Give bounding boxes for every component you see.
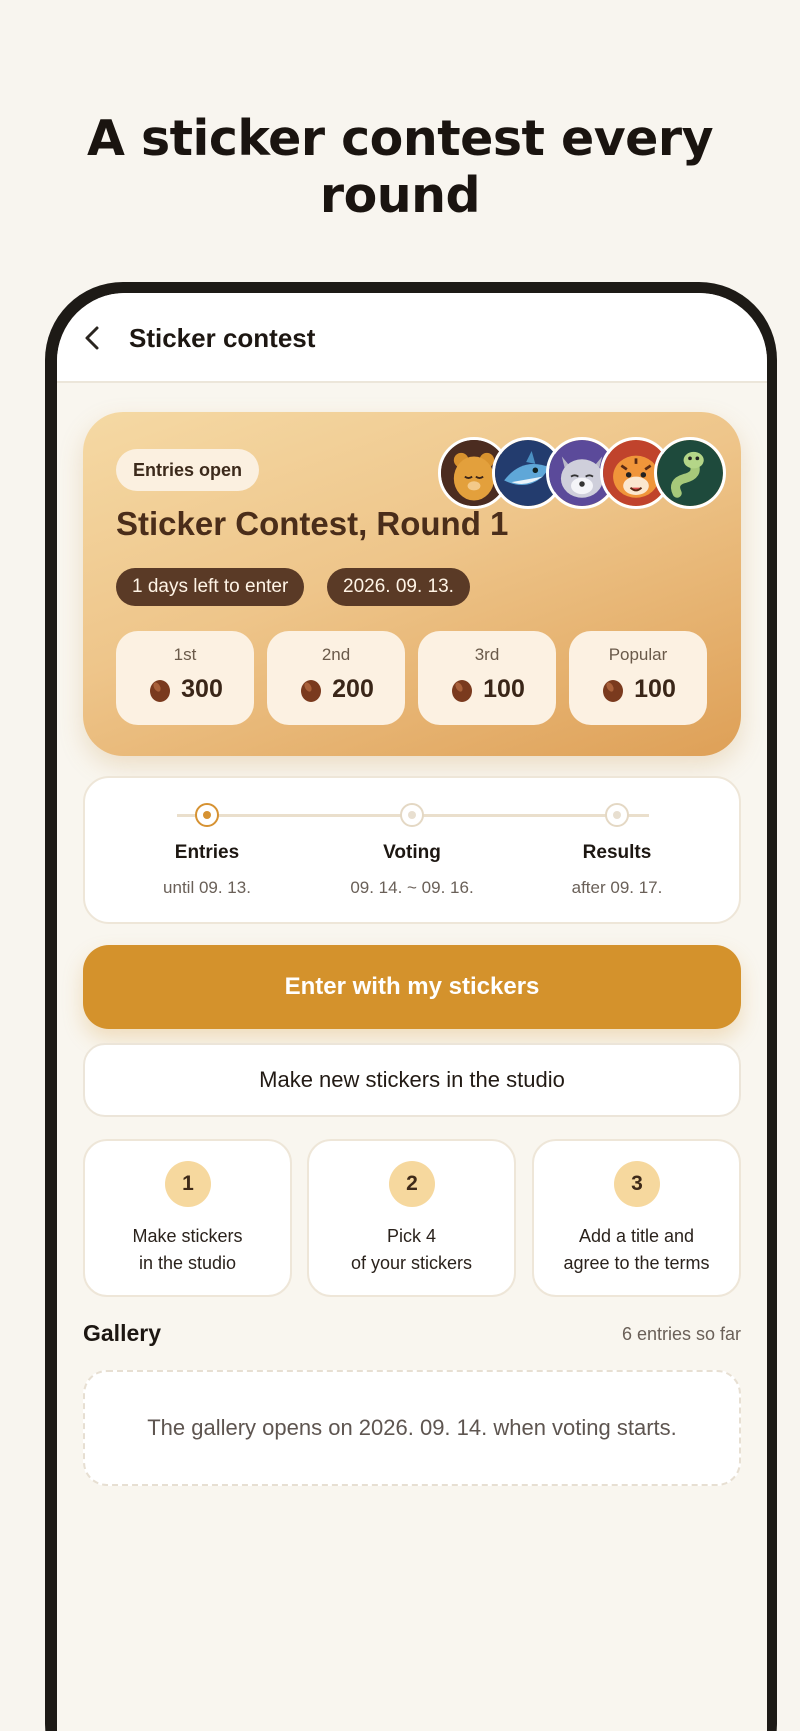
step-number: 3 <box>614 1161 660 1207</box>
back-arrow-icon[interactable] <box>81 323 105 353</box>
prize-label: Popular <box>608 645 668 664</box>
how-to-step-2: 2 Pick 4 of your stickers <box>307 1139 516 1297</box>
timeline-step-results: Results after 09. 17. <box>517 842 717 898</box>
step-name: Entries <box>174 842 240 863</box>
timeline-dot-entries <box>195 803 219 827</box>
prize-amount: 100 <box>569 675 707 704</box>
prize-label: 1st <box>173 645 197 664</box>
step-line: Add a title and <box>578 1226 695 1246</box>
timeline-step-voting: Voting 09. 14. ~ 09. 16. <box>312 842 512 898</box>
contest-card: Entries open Sticker Contest, Round 1 1 … <box>83 412 741 756</box>
timeline-dot-results <box>605 803 629 827</box>
how-to-step-1: 1 Make stickers in the studio <box>83 1139 292 1297</box>
gallery-heading: Gallery <box>83 1320 161 1346</box>
phone-screen: Sticker contest Entries open Sticker Con… <box>57 293 767 1731</box>
timeline-dot-voting <box>400 803 424 827</box>
timeline-step-entries: Entries until 09. 13. <box>107 842 307 898</box>
contest-title: Sticker Contest, Round 1 <box>116 505 509 542</box>
prize-amount: 200 <box>267 675 405 704</box>
status-badge: Entries open <box>116 449 260 491</box>
page-title: Sticker contest <box>129 323 316 353</box>
prize-label: 3rd <box>474 645 500 664</box>
step-line: Make stickers <box>132 1226 243 1246</box>
prize-1st: 1st 300 <box>116 631 254 725</box>
step-line: agree to the terms <box>563 1253 710 1273</box>
step-line: of your stickers <box>350 1253 473 1273</box>
acorn-icon <box>452 679 473 702</box>
step-line: Pick 4 <box>386 1226 437 1246</box>
acorn-icon <box>150 679 171 702</box>
prize-label: 2nd <box>321 645 351 664</box>
how-to-step-3: 3 Add a title and agree to the terms <box>532 1139 741 1297</box>
prize-value: 100 <box>483 675 525 703</box>
prize-3rd: 3rd 100 <box>418 631 556 725</box>
enter-contest-button[interactable]: Enter with my stickers <box>83 945 741 1029</box>
entries-count: 6 entries so far <box>621 1324 741 1344</box>
acorn-icon <box>603 679 624 702</box>
avatar-stack <box>438 437 738 513</box>
step-number: 2 <box>389 1161 435 1207</box>
step-line: in the studio <box>138 1253 237 1273</box>
step-text: Pick 4 of your stickers <box>309 1223 514 1277</box>
step-name: Voting <box>383 842 441 863</box>
days-left-chip: 1 days left to enter <box>116 568 305 606</box>
prize-value: 100 <box>634 675 676 703</box>
prize-value: 200 <box>332 675 374 703</box>
step-number: 1 <box>165 1161 211 1207</box>
step-date: until 09. 13. <box>163 878 251 897</box>
deadline-chip: 2026. 09. 13. <box>327 568 470 606</box>
prize-2nd: 2nd 200 <box>267 631 405 725</box>
prize-amount: 300 <box>116 675 254 704</box>
prize-popular: Popular 100 <box>569 631 707 725</box>
snake-avatar <box>654 437 726 509</box>
open-studio-button[interactable]: Make new stickers in the studio <box>83 1043 741 1117</box>
step-date: after 09. 17. <box>571 878 663 897</box>
step-name: Results <box>582 842 652 863</box>
page-headline: A sticker contest every round <box>86 110 714 224</box>
prize-amount: 100 <box>418 675 556 704</box>
step-text: Add a title and agree to the terms <box>534 1223 739 1277</box>
contest-timeline: Entries until 09. 13. Voting 09. 14. ~ 0… <box>83 776 741 924</box>
app-bar: Sticker contest <box>57 293 767 383</box>
step-date: 09. 14. ~ 09. 16. <box>350 878 474 897</box>
step-text: Make stickers in the studio <box>85 1223 290 1277</box>
gallery-placeholder: The gallery opens on 2026. 09. 14. when … <box>83 1370 741 1486</box>
acorn-icon <box>301 679 322 702</box>
prize-value: 300 <box>181 675 223 703</box>
